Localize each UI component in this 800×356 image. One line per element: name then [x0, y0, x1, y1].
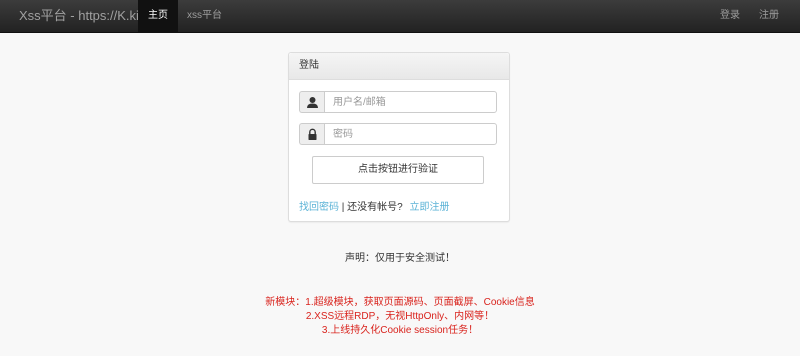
register-nav-link[interactable]: 注册 — [759, 0, 779, 32]
new-modules-notice: 新模块：1.超级模块，获取页面源码、页面截屏、Cookie信息 2.XSS远程R… — [0, 296, 800, 338]
no-account-text: 还没有帐号? — [347, 202, 403, 213]
links-separator: | — [341, 202, 345, 213]
username-field[interactable] — [324, 91, 497, 113]
password-addon — [299, 123, 324, 145]
password-field[interactable] — [324, 123, 497, 145]
top-navbar: Xss平台 - https://K.ki 主页 xss平台 登录 注册 — [0, 0, 800, 33]
lock-icon — [308, 128, 317, 140]
username-input-group — [299, 91, 497, 113]
user-icon — [307, 97, 318, 108]
tab-home[interactable]: 主页 — [138, 0, 178, 32]
notice-line: 新模块：1.超级模块，获取页面源码、页面截屏、Cookie信息 — [265, 297, 535, 308]
register-now-link[interactable]: 立即注册 — [410, 202, 450, 213]
account-links: 找回密码 | 还没有帐号? 立即注册 — [299, 198, 450, 213]
notice-line: 2.XSS远程RDP，无视HttpOnly、内网等！ — [305, 311, 495, 322]
password-input-group — [299, 123, 497, 145]
tab-xss-platform[interactable]: xss平台 — [177, 0, 232, 32]
verify-button[interactable]: 点击按钮进行验证 — [312, 156, 484, 184]
forgot-password-link[interactable]: 找回密码 — [299, 202, 339, 213]
username-addon — [299, 91, 324, 113]
login-panel-heading: 登陆 — [289, 53, 509, 80]
brand-title[interactable]: Xss平台 - https://K.ki — [19, 0, 139, 32]
login-panel: 登陆 点击按钮进行验证 找回密码 | 还没有帐号? 立即注册 — [288, 52, 510, 222]
disclaimer-statement: 声明：仅用于安全测试！ — [345, 253, 455, 264]
notice-line: 3.上线持久化Cookie session任务！ — [321, 325, 479, 336]
login-nav-link[interactable]: 登录 — [720, 0, 740, 32]
